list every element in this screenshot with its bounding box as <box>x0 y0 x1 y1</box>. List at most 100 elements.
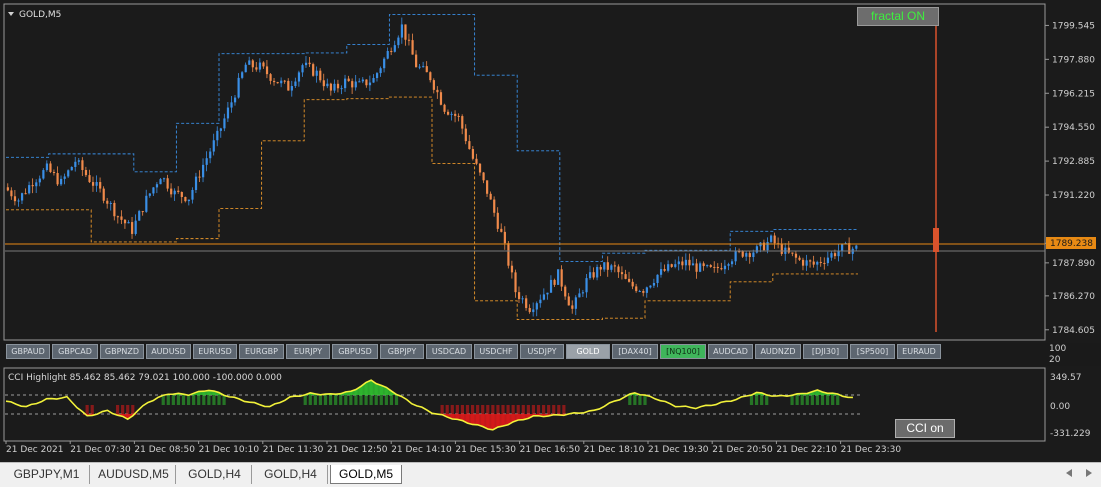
candle-body <box>276 82 279 84</box>
candle-body <box>290 86 293 91</box>
candle-body <box>28 185 31 194</box>
symbol-button[interactable]: EURUSD <box>193 344 237 359</box>
symbol-button[interactable]: EURAUD <box>897 344 941 359</box>
symbol-button[interactable]: [NQ100] <box>660 344 706 359</box>
scroll-left-icon[interactable] <box>1066 469 1072 477</box>
symbol-button[interactable]: AUDUSD <box>146 344 191 359</box>
candle-body <box>386 51 389 59</box>
symbol-button[interactable]: USDCAD <box>426 344 472 359</box>
symbol-button[interactable]: AUDNZD <box>755 344 801 359</box>
candle-body <box>812 261 815 265</box>
symbol-button[interactable]: [DJI30] <box>803 344 848 359</box>
candle-body <box>354 81 357 88</box>
candle-body <box>20 193 24 201</box>
time-tick-label: 21 Dec 22:10 <box>776 445 837 455</box>
chart-tab[interactable]: GOLD,M5 <box>330 465 402 484</box>
candle-body <box>123 219 127 224</box>
candle-body <box>532 309 535 313</box>
candle-body <box>166 178 169 189</box>
symbol-button[interactable]: GOLD <box>566 344 610 359</box>
candle-body <box>407 39 411 41</box>
candle-body <box>670 264 673 267</box>
symbol-button[interactable]: EURGBP <box>239 344 284 359</box>
candle-body <box>478 163 482 173</box>
chart-title: GOLD,M5 <box>19 10 61 20</box>
candle-body <box>333 83 336 91</box>
candle-body <box>752 252 755 258</box>
candle-body <box>833 253 837 257</box>
candle-body <box>564 286 567 297</box>
candle-body <box>159 179 162 185</box>
symbol-button[interactable]: USDJPY <box>520 344 564 359</box>
candle-body <box>365 79 368 86</box>
chart-tab[interactable]: GBPJPY,M1 <box>4 465 90 484</box>
candle-body <box>578 293 581 298</box>
symbol-button[interactable]: [DAX40] <box>612 344 658 359</box>
symbol-button[interactable]: GBPAUD <box>6 344 50 359</box>
time-tick-label: 21 Dec 07:30 <box>70 445 131 455</box>
candle-body <box>443 104 446 112</box>
candle-body <box>141 211 144 213</box>
candle-body <box>216 130 219 141</box>
time-tick-label: 21 Dec 23:30 <box>841 445 902 455</box>
symbol-button[interactable]: [SP500] <box>850 344 895 359</box>
symbol-button[interactable]: GBPNZD <box>100 344 144 359</box>
cci-toggle-button[interactable]: CCI on <box>895 419 955 438</box>
chart-tab[interactable]: GOLD,H4 <box>178 465 252 484</box>
price-tick-label: 1794.550 <box>1052 123 1095 133</box>
candle-body <box>471 149 475 159</box>
scroll-right-icon[interactable] <box>1086 469 1092 477</box>
time-tick-label: 21 Dec 15:30 <box>455 445 516 455</box>
candle-body <box>77 160 80 162</box>
fractal-toggle-button[interactable]: fractal ON <box>857 7 939 26</box>
price-tick-label: 1799.545 <box>1052 21 1095 31</box>
candle-body <box>794 253 798 258</box>
candle-body <box>663 269 666 271</box>
candle-body <box>131 222 134 234</box>
candle-body <box>358 81 361 83</box>
candle-body <box>244 64 247 73</box>
candle-body <box>205 158 208 165</box>
candle-body <box>84 170 88 176</box>
tab-scroll-arrows[interactable] <box>1060 465 1100 481</box>
symbol-button[interactable]: USDCHF <box>474 344 518 359</box>
time-tick-label: 21 Dec 19:30 <box>648 445 709 455</box>
candle-body <box>191 189 194 200</box>
candle-body <box>571 305 574 309</box>
candle-body <box>652 282 656 286</box>
symbol-button[interactable]: EURJPY <box>286 344 330 359</box>
chart-tab[interactable]: AUDUSD,M5 <box>92 465 176 484</box>
candle-body <box>517 292 521 299</box>
symbol-button[interactable]: GBPUSD <box>332 344 378 359</box>
candle-body <box>525 298 528 308</box>
candle-body <box>766 241 769 251</box>
current-price-label: 1789.238 <box>1050 239 1093 249</box>
symbol-button[interactable]: GBPCAD <box>52 344 98 359</box>
candle-body <box>691 263 695 266</box>
candle-body <box>617 266 620 273</box>
price-chart[interactable]: 1799.545 1797.880 1796.215 1794.550 1792.885… <box>0 0 1101 343</box>
candle-body <box>631 281 634 287</box>
price-tick-label: 1787.890 <box>1052 259 1095 269</box>
candle-body <box>549 279 553 293</box>
candle-body <box>425 66 428 73</box>
candle-body <box>301 65 304 73</box>
cci-subwindow[interactable]: CCI Highlight 85.462 85.462 79.021 100.0… <box>0 366 1101 462</box>
candle-body <box>329 83 333 91</box>
candle-body <box>841 243 844 251</box>
candle-body <box>49 163 52 172</box>
candle-body <box>436 89 439 93</box>
candle-body <box>404 24 407 40</box>
candle-body <box>241 72 244 78</box>
candle-body <box>855 245 858 249</box>
time-tick-label: 21 Dec 11:30 <box>263 445 324 455</box>
symbol-button[interactable]: AUDCAD <box>708 344 753 359</box>
candle-body <box>468 141 471 150</box>
candle-body <box>809 260 812 262</box>
time-tick-label: 21 Dec 12:50 <box>327 445 388 455</box>
candle-body <box>162 178 166 180</box>
candle-body <box>493 199 496 213</box>
symbol-button[interactable]: GBPJPY <box>380 344 424 359</box>
chart-tab[interactable]: GOLD,H4 <box>254 465 328 484</box>
candle-body <box>67 170 70 177</box>
